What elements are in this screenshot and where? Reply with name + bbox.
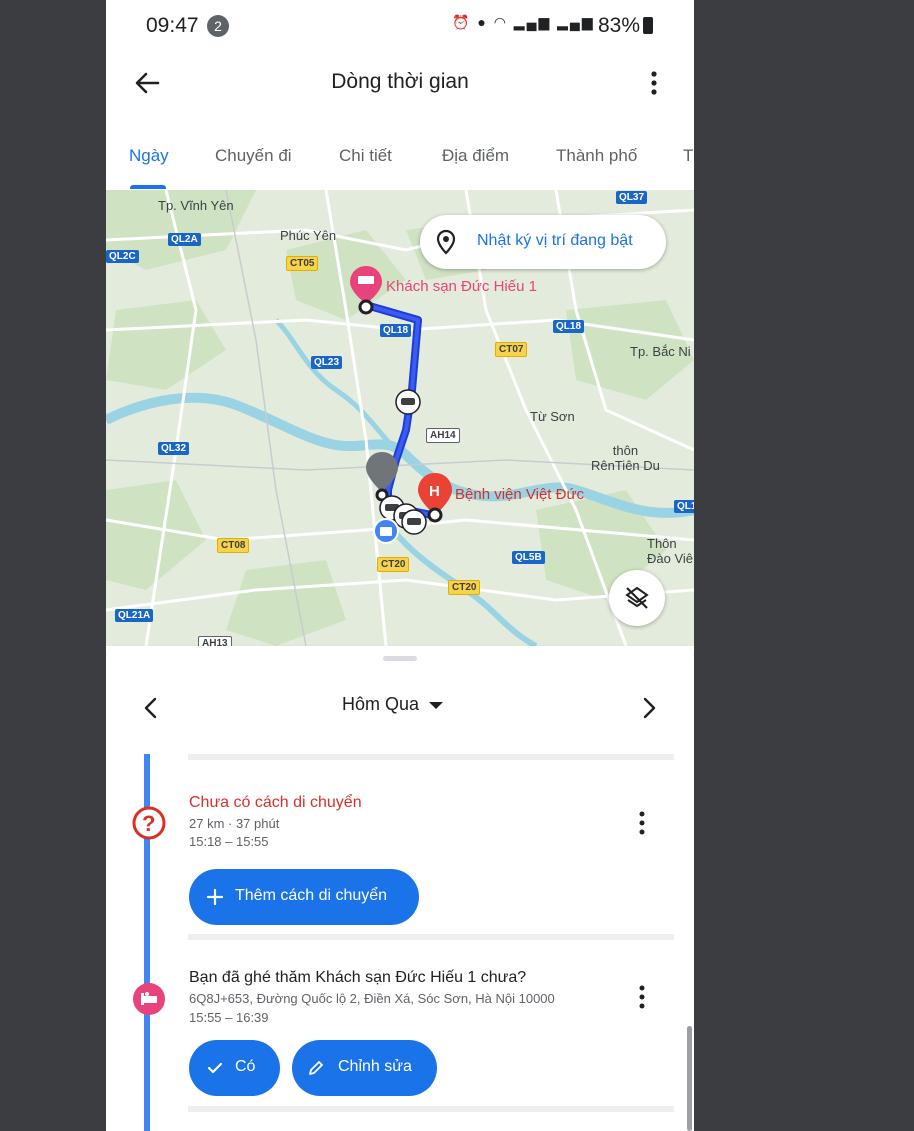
page-title: Dòng thời gian xyxy=(331,70,469,93)
day-selector-dropdown[interactable]: Hôm Qua xyxy=(342,694,444,715)
map-label-phuc-yen: Phúc Yên xyxy=(280,228,337,243)
layers-off-icon xyxy=(625,586,649,609)
app-bar: Dòng thời gian xyxy=(106,52,694,114)
map-label-tu-son: Từ Sơn xyxy=(530,409,575,424)
map-label-dao-vien: Thôn Đào Viê xyxy=(647,536,694,566)
timeline-list[interactable]: ? Chưa có cách di chuyển 27 km · 37 phút… xyxy=(106,754,694,1131)
status-time: 09:47 xyxy=(146,14,199,37)
road-ql32: QL32 xyxy=(158,442,190,455)
road-ql21a: QL21A xyxy=(115,609,154,622)
place-address: 6Q8J+653, Đường Quốc lộ 2, Điền Xá, Sóc … xyxy=(189,991,555,1006)
road-ah14: AH14 xyxy=(426,428,460,443)
more-vert-icon xyxy=(639,985,645,1009)
road-ql2a: QL2A xyxy=(168,233,201,246)
edit-visit-label: Chỉnh sửa xyxy=(338,1058,412,1075)
confirm-yes-button[interactable]: Có xyxy=(189,1040,280,1096)
location-history-label: Nhật ký vị trí đang bật xyxy=(477,232,633,249)
divider xyxy=(188,754,674,760)
active-tab-indicator xyxy=(130,185,166,189)
road-ct20-a: CT20 xyxy=(377,557,410,572)
dropdown-caret-icon xyxy=(429,702,444,710)
activity-distance-duration: 27 km · 37 phút xyxy=(189,816,280,831)
map-label-vinh-yen: Tp. Vĩnh Yên xyxy=(158,198,234,213)
add-transport-button[interactable]: Thêm cách di chuyển xyxy=(189,869,419,925)
road-ah13: AH13 xyxy=(198,636,232,646)
confirm-yes-label: Có xyxy=(235,1058,256,1075)
selected-day-label: Hôm Qua xyxy=(342,694,420,714)
more-vert-icon xyxy=(651,71,657,95)
tab-cities[interactable]: Thành phố xyxy=(556,146,637,166)
location-icon: ● xyxy=(477,14,488,30)
tab-places[interactable]: Địa điểm xyxy=(442,146,509,166)
signal-icon: ▂▄▆ xyxy=(513,14,552,30)
day-navigator-sheet: Hôm Qua xyxy=(106,646,694,754)
edit-visit-button[interactable]: Chỉnh sửa xyxy=(292,1040,437,1096)
status-icons: ⏰ ● ◠ ▂▄▆ ▂▄▆ xyxy=(452,14,595,31)
activity-time-range: 15:18 – 15:55 xyxy=(189,834,269,849)
signal-icon-2: ▂▄▆ xyxy=(557,14,595,30)
battery-level: 83% xyxy=(598,14,641,37)
more-vert-icon xyxy=(639,811,645,835)
road-ql2c: QL2C xyxy=(106,250,139,263)
road-ct07: CT07 xyxy=(495,342,528,357)
next-day-button[interactable] xyxy=(638,696,660,725)
divider xyxy=(188,934,674,940)
tab-world[interactable]: Th xyxy=(683,146,694,166)
svg-text:?: ? xyxy=(142,811,155,836)
svg-text:H: H xyxy=(429,483,440,500)
battery-icon xyxy=(643,17,653,34)
location-pin-icon xyxy=(436,229,456,255)
scrollbar-thumb[interactable] xyxy=(687,1026,692,1131)
road-ql37: QL37 xyxy=(616,191,648,204)
previous-day-button[interactable] xyxy=(140,696,162,725)
road-ql18-a: QL18 xyxy=(380,324,412,337)
tab-insights[interactable]: Chi tiết xyxy=(339,146,392,166)
unknown-activity-icon: ? xyxy=(132,806,166,840)
add-transport-label: Thêm cách di chuyển xyxy=(235,887,388,904)
chevron-right-icon xyxy=(643,697,656,719)
location-history-chip[interactable]: Nhật ký vị trí đang bật xyxy=(420,215,666,269)
road-ql5b: QL5B xyxy=(512,551,545,564)
tab-trips[interactable]: Chuyến đi xyxy=(215,146,292,166)
map-label-hospital[interactable]: Bệnh viện Việt Đức xyxy=(455,486,584,503)
tab-day[interactable]: Ngày xyxy=(129,146,169,166)
road-ql1: QL1 xyxy=(674,500,694,513)
notification-count-badge: 2 xyxy=(207,15,229,37)
map-label-bac-ninh: Tp. Bắc Ni xyxy=(630,344,691,359)
plus-icon xyxy=(206,888,224,906)
road-ct08: CT08 xyxy=(217,538,250,553)
map-label-hotel[interactable]: Khách sạn Đức Hiếu 1 xyxy=(386,278,537,295)
wifi-icon: ◠ xyxy=(493,14,508,30)
chevron-left-icon xyxy=(144,697,157,719)
map-layers-button[interactable] xyxy=(609,570,665,626)
check-icon xyxy=(207,1062,223,1074)
road-ct20-b: CT20 xyxy=(448,580,481,595)
status-bar: 09:47 2 ⏰ ● ◠ ▂▄▆ ▂▄▆ 83% xyxy=(106,0,694,52)
pencil-icon xyxy=(309,1061,323,1075)
map-label-ren-tien-du: thôn RênTiên Du xyxy=(591,443,660,473)
map-view[interactable]: H Tp. Vĩnh Yên Phúc Yên Tp. Bắc Ni Từ Sơ… xyxy=(106,190,694,646)
hotel-icon xyxy=(133,983,165,1015)
visit-time-range: 15:55 – 16:39 xyxy=(189,1010,269,1025)
tab-bar: Ngày Chuyến đi Chi tiết Địa điểm Thành p… xyxy=(106,134,694,191)
phone-screen: 09:47 2 ⏰ ● ◠ ▂▄▆ ▂▄▆ 83% Dòng thời gian… xyxy=(106,0,694,1131)
road-ql23: QL23 xyxy=(311,356,343,369)
visit-question-title[interactable]: Bạn đã ghé thăm Khách sạn Đức Hiếu 1 chư… xyxy=(189,969,526,987)
activity-more-button[interactable] xyxy=(632,808,652,838)
road-ct05: CT05 xyxy=(286,256,319,271)
visit-more-button[interactable] xyxy=(632,982,652,1012)
more-options-button[interactable] xyxy=(642,68,666,98)
activity-title[interactable]: Chưa có cách di chuyển xyxy=(189,794,362,812)
divider xyxy=(188,1106,674,1112)
sheet-drag-handle[interactable] xyxy=(383,656,417,661)
alarm-icon: ⏰ xyxy=(452,14,472,30)
road-ql18-b: QL18 xyxy=(553,320,585,333)
